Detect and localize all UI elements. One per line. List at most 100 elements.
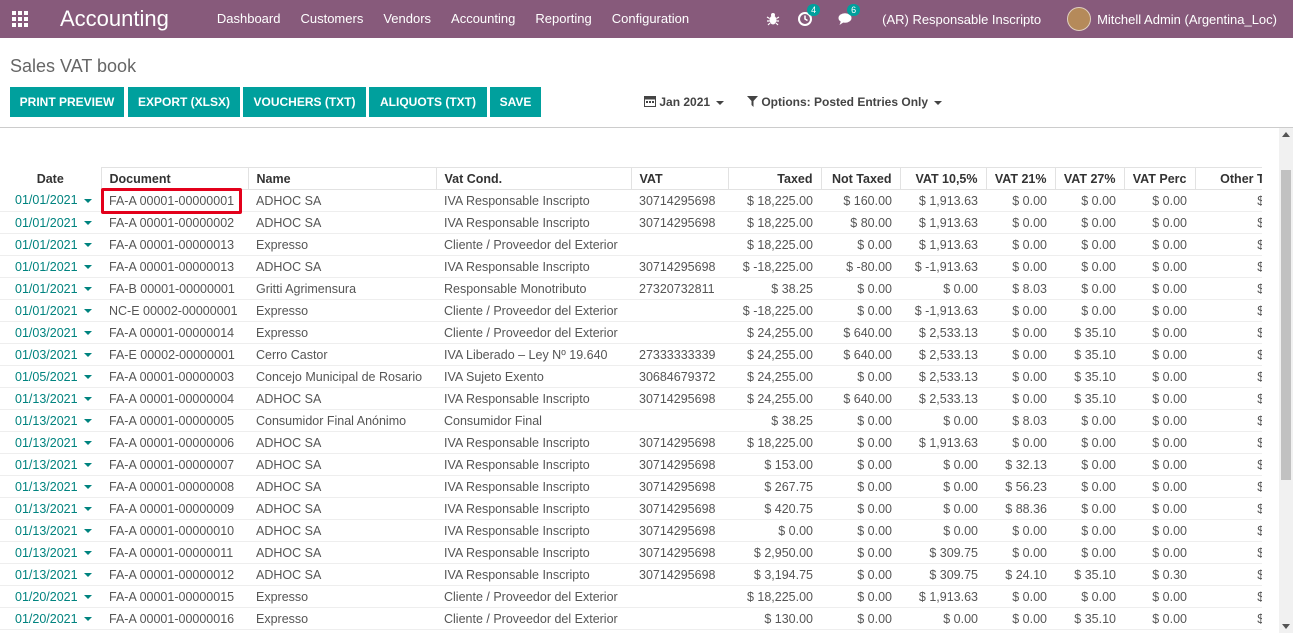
print-preview-button[interactable]: PRINT PREVIEW <box>10 87 124 117</box>
date-link[interactable]: 01/13/2021 <box>15 480 78 494</box>
row-caret-icon[interactable] <box>83 375 92 380</box>
cell-date[interactable]: 01/13/2021 <box>0 409 101 432</box>
table-row[interactable]: 01/13/2021 FA-A 00001-00000005 Consumidor … <box>0 409 1262 432</box>
table-row[interactable]: 01/03/2021 FA-E 00002-00000001 Cerro Casto… <box>0 343 1262 366</box>
cell-date[interactable]: 01/01/2021 <box>0 211 101 234</box>
scrollbar-thumb[interactable] <box>1281 170 1291 480</box>
row-caret-icon[interactable] <box>83 221 92 226</box>
date-link[interactable]: 01/13/2021 <box>15 524 78 538</box>
cell-date[interactable]: 01/20/2021 <box>0 607 101 630</box>
row-caret-icon[interactable] <box>83 617 92 622</box>
date-link[interactable]: 01/03/2021 <box>15 326 78 340</box>
table-row[interactable]: 01/01/2021 FA-A 00001-00000001 ADHOC SA IVA… <box>0 189 1262 212</box>
options-filter-dropdown[interactable]: Options: Posted Entries Only <box>747 95 943 109</box>
cell-date[interactable]: 01/01/2021 <box>0 233 101 256</box>
date-link[interactable]: 01/20/2021 <box>15 612 78 626</box>
user-menu[interactable]: Mitchell Admin (Argentina_Loc) <box>1058 7 1293 31</box>
export-xlsx-button[interactable]: EXPORT (XLSX) <box>128 87 240 117</box>
date-link[interactable]: 01/13/2021 <box>15 502 78 516</box>
row-caret-icon[interactable] <box>83 243 92 248</box>
date-link[interactable]: 01/13/2021 <box>15 458 78 472</box>
table-row[interactable]: 01/01/2021 FA-B 00001-00000001 Gritti Agri… <box>0 277 1262 300</box>
menu-accounting[interactable]: Accounting <box>441 0 525 38</box>
cell-date[interactable]: 01/13/2021 <box>0 497 101 520</box>
row-caret-icon[interactable] <box>83 573 92 578</box>
row-caret-icon[interactable] <box>83 265 92 270</box>
activity-clock-icon[interactable]: 4 <box>789 4 821 26</box>
row-caret-icon[interactable] <box>83 309 92 314</box>
table-row[interactable]: 01/01/2021 NC-E 00002-00000001 Expresso Cli… <box>0 299 1262 322</box>
date-link[interactable]: 01/13/2021 <box>15 546 78 560</box>
row-caret-icon[interactable] <box>83 595 92 600</box>
date-link[interactable]: 01/13/2021 <box>15 568 78 582</box>
table-row[interactable]: 01/13/2021 FA-A 00001-00000006 ADHOC SA IVA… <box>0 431 1262 454</box>
date-link[interactable]: 01/13/2021 <box>15 414 78 428</box>
menu-reporting[interactable]: Reporting <box>525 0 601 38</box>
cell-date[interactable]: 01/01/2021 <box>0 255 101 278</box>
cell-date[interactable]: 01/01/2021 <box>0 277 101 300</box>
date-link[interactable]: 01/01/2021 <box>15 260 78 274</box>
date-link[interactable]: 01/01/2021 <box>15 216 78 230</box>
table-row[interactable]: 01/13/2021 FA-A 00001-00000011 ADHOC SA IVA… <box>0 541 1262 564</box>
cell-date[interactable]: 01/03/2021 <box>0 321 101 344</box>
table-row[interactable]: 01/13/2021 FA-A 00001-00000009 ADHOC SA IVA… <box>0 497 1262 520</box>
row-caret-icon[interactable] <box>83 287 92 292</box>
date-link[interactable]: 01/13/2021 <box>15 392 78 406</box>
menu-vendors[interactable]: Vendors <box>373 0 441 38</box>
vertical-scrollbar[interactable] <box>1279 128 1293 633</box>
cell-date[interactable]: 01/20/2021 <box>0 585 101 608</box>
scroll-up-arrow-icon[interactable] <box>1282 132 1290 137</box>
messages-chat-icon[interactable]: 6 <box>829 4 863 26</box>
date-link[interactable]: 01/01/2021 <box>15 282 78 296</box>
date-link[interactable]: 01/05/2021 <box>15 370 78 384</box>
save-button[interactable]: SAVE <box>490 87 541 117</box>
row-caret-icon[interactable] <box>83 507 92 512</box>
table-row[interactable]: 01/20/2021 FA-A 00001-00000015 Expresso Cli… <box>0 585 1262 608</box>
table-row[interactable]: 01/20/2021 FA-A 00001-00000016 Expresso Cli… <box>0 607 1262 630</box>
row-caret-icon[interactable] <box>83 198 92 203</box>
cell-date[interactable]: 01/01/2021 <box>0 299 101 322</box>
debug-bug-icon[interactable] <box>757 12 789 26</box>
cell-date[interactable]: 01/13/2021 <box>0 563 101 586</box>
row-caret-icon[interactable] <box>83 397 92 402</box>
row-caret-icon[interactable] <box>83 353 92 358</box>
cell-date[interactable]: 01/13/2021 <box>0 453 101 476</box>
apps-menu-icon[interactable] <box>0 0 40 38</box>
date-link[interactable]: 01/13/2021 <box>15 436 78 450</box>
row-caret-icon[interactable] <box>83 463 92 468</box>
company-switcher[interactable]: (AR) Responsable Inscripto <box>873 12 1050 27</box>
table-row[interactable]: 01/13/2021 FA-A 00001-00000010 ADHOC SA IVA… <box>0 519 1262 542</box>
row-caret-icon[interactable] <box>83 419 92 424</box>
cell-date[interactable]: 01/13/2021 <box>0 519 101 542</box>
menu-dashboard[interactable]: Dashboard <box>207 0 291 38</box>
row-caret-icon[interactable] <box>83 551 92 556</box>
aliquots-txt-button[interactable]: ALIQUOTS (TXT) <box>369 87 487 117</box>
date-link[interactable]: 01/01/2021 <box>15 193 78 207</box>
vouchers-txt-button[interactable]: VOUCHERS (TXT) <box>243 87 366 117</box>
menu-customers[interactable]: Customers <box>290 0 373 38</box>
row-caret-icon[interactable] <box>83 331 92 336</box>
date-filter-dropdown[interactable]: Jan 2021 <box>644 95 725 109</box>
menu-configuration[interactable]: Configuration <box>602 0 699 38</box>
table-row[interactable]: 01/13/2021 FA-A 00001-00000012 ADHOC SA IVA… <box>0 563 1262 586</box>
cell-date[interactable]: 01/13/2021 <box>0 541 101 564</box>
date-link[interactable]: 01/03/2021 <box>15 348 78 362</box>
table-row[interactable]: 01/01/2021 FA-A 00001-00000013 Expresso Cli… <box>0 233 1262 256</box>
table-row[interactable]: 01/01/2021 FA-A 00001-00000002 ADHOC SA IVA… <box>0 211 1262 234</box>
row-caret-icon[interactable] <box>83 441 92 446</box>
row-caret-icon[interactable] <box>83 529 92 534</box>
date-link[interactable]: 01/01/2021 <box>15 304 78 318</box>
cell-date[interactable]: 01/13/2021 <box>0 475 101 498</box>
table-row[interactable]: 01/03/2021 FA-A 00001-00000014 Expresso Cli… <box>0 321 1262 344</box>
date-link[interactable]: 01/01/2021 <box>15 238 78 252</box>
cell-date[interactable]: 01/01/2021 <box>0 189 101 212</box>
table-row[interactable]: 01/05/2021 FA-A 00001-00000003 Concejo Mun… <box>0 365 1262 388</box>
cell-date[interactable]: 01/03/2021 <box>0 343 101 366</box>
date-link[interactable]: 01/20/2021 <box>15 590 78 604</box>
cell-date[interactable]: 01/05/2021 <box>0 365 101 388</box>
cell-date[interactable]: 01/13/2021 <box>0 387 101 410</box>
table-row[interactable]: 01/13/2021 FA-A 00001-00000004 ADHOC SA IVA… <box>0 387 1262 410</box>
row-caret-icon[interactable] <box>83 485 92 490</box>
table-row[interactable]: 01/13/2021 FA-A 00001-00000007 ADHOC SA IVA… <box>0 453 1262 476</box>
cell-date[interactable]: 01/13/2021 <box>0 431 101 454</box>
